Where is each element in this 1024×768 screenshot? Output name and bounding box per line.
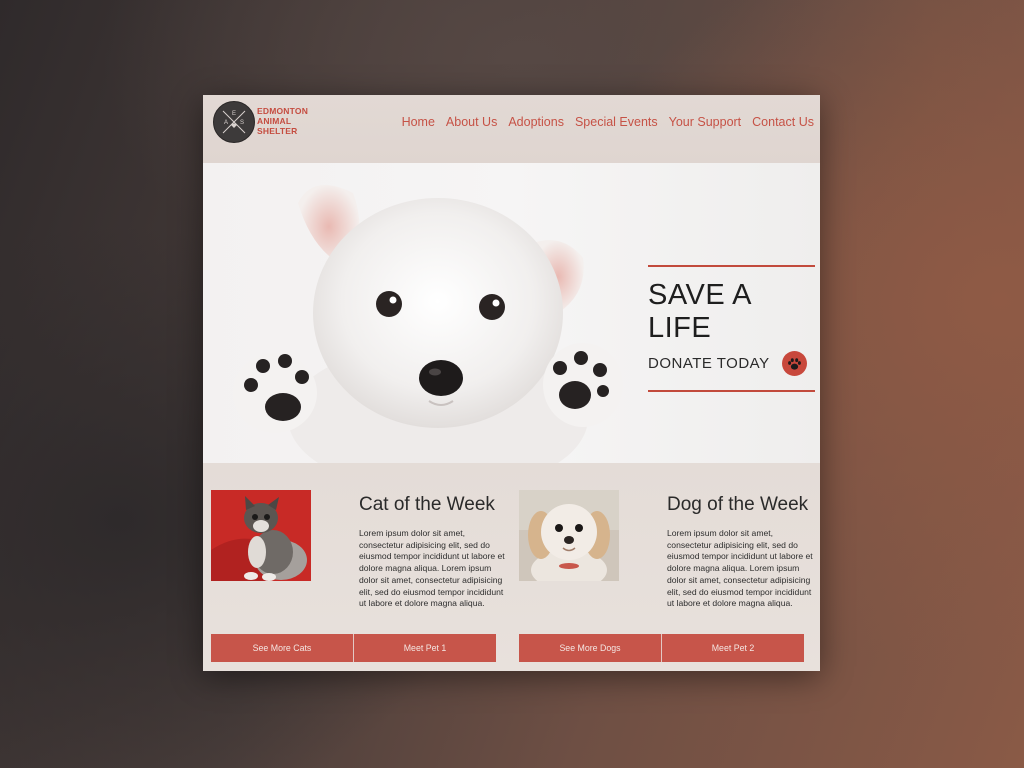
shelter-name-line1: EDMONTON: [257, 106, 309, 116]
cat-description: Lorem ipsum dolor sit amet, consectetur …: [359, 528, 505, 609]
donate-cta[interactable]: DONATE TODAY: [648, 351, 815, 376]
see-more-cats-button[interactable]: See More Cats: [211, 634, 353, 662]
top-rule: [648, 265, 815, 267]
nav-home[interactable]: Home: [402, 115, 435, 129]
main-nav: Home About Us Adoptions Special Events Y…: [402, 115, 814, 129]
paw-icon[interactable]: [781, 351, 807, 376]
badge-letter-s: S: [240, 120, 244, 126]
nav-your-support[interactable]: Your Support: [669, 115, 742, 129]
puppy-photo: [233, 185, 623, 463]
meet-pet-2-button[interactable]: Meet Pet 2: [661, 634, 804, 662]
hero-banner: SAVE A LIFE DONATE TODAY: [203, 163, 820, 463]
shelter-name-line2: ANIMAL: [257, 116, 292, 126]
cat-of-the-week: Cat of the Week Lorem ipsum dolor sit am…: [211, 463, 511, 671]
dog-actions: See More Dogs Meet Pet 2: [519, 634, 804, 662]
badge-letter-e: E: [232, 111, 236, 117]
cat-photo[interactable]: [211, 490, 311, 581]
bottom-rule: [648, 390, 815, 392]
hero-headline: SAVE A LIFE: [648, 279, 751, 344]
crossed-arrows-icon: E A S: [222, 110, 246, 134]
cat-actions: See More Cats Meet Pet 1: [211, 634, 496, 662]
nav-contact-us[interactable]: Contact Us: [752, 115, 814, 129]
donation-callout: SAVE A LIFE DONATE TODAY: [648, 265, 815, 392]
nav-about-us[interactable]: About Us: [446, 115, 497, 129]
shelter-name-line3: SHELTER: [257, 126, 298, 136]
website-mockup: E A S EDMONTON ANIMAL SHELTER Home About…: [203, 95, 820, 671]
nav-adoptions[interactable]: Adoptions: [508, 115, 564, 129]
nav-special-events[interactable]: Special Events: [575, 115, 658, 129]
shelter-logo-badge[interactable]: E A S: [213, 101, 255, 143]
dog-photo[interactable]: [519, 490, 619, 581]
shelter-name[interactable]: EDMONTON ANIMAL SHELTER: [257, 106, 327, 136]
donate-label[interactable]: DONATE TODAY: [648, 355, 770, 372]
site-header: E A S EDMONTON ANIMAL SHELTER Home About…: [203, 95, 820, 163]
meet-pet-1-button[interactable]: Meet Pet 1: [353, 634, 496, 662]
badge-letter-a: A: [224, 120, 228, 126]
featured-pets: Cat of the Week Lorem ipsum dolor sit am…: [203, 463, 820, 671]
dog-of-the-week: Dog of the Week Lorem ipsum dolor sit am…: [519, 463, 819, 671]
dog-description: Lorem ipsum dolor sit amet, consectetur …: [667, 528, 813, 609]
see-more-dogs-button[interactable]: See More Dogs: [519, 634, 661, 662]
dog-title: Dog of the Week: [667, 494, 809, 515]
cat-title: Cat of the Week: [359, 494, 495, 515]
